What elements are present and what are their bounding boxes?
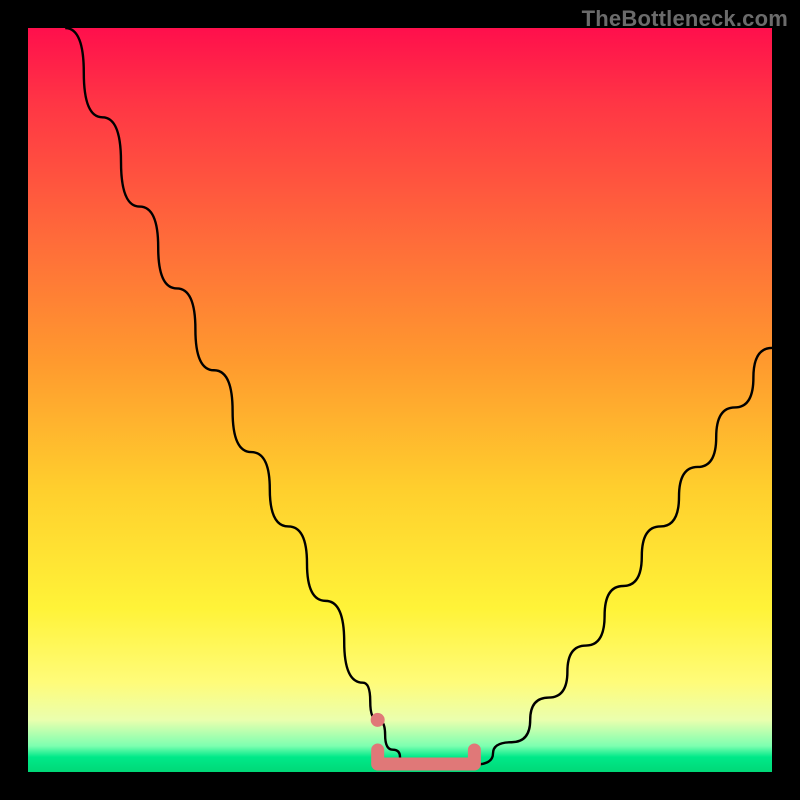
watermark-text: TheBottleneck.com <box>582 6 788 32</box>
chart-plot-area <box>28 28 772 772</box>
optimal-range-marker <box>378 750 475 764</box>
chart-frame: TheBottleneck.com <box>0 0 800 800</box>
chart-svg <box>28 28 772 772</box>
optimal-start-dot <box>371 713 385 727</box>
bottleneck-curve <box>65 28 772 768</box>
